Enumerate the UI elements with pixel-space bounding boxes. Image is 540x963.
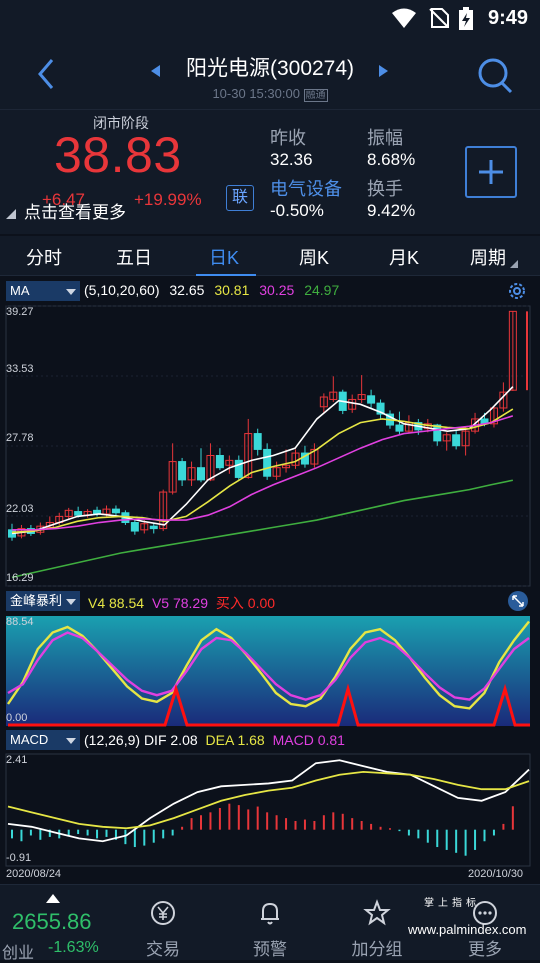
ma-axis-label: 22.03 [6, 503, 34, 515]
macd-axis-label: 2.41 [6, 754, 28, 766]
candle-body [263, 448, 272, 477]
ma-indicator-selector[interactable]: MA [6, 281, 80, 301]
tab-weekly-k[interactable]: 周K [299, 244, 329, 270]
ma-axis-label: 33.53 [6, 363, 34, 375]
candle-body [74, 511, 83, 516]
price-change-pct: +19.99% [134, 190, 202, 209]
candle-body [433, 424, 442, 442]
clock: 9:49 [487, 7, 528, 29]
margin-badge: 融通 [303, 89, 328, 102]
nav-trade[interactable]: 交易 [118, 885, 208, 961]
candle-body [215, 455, 224, 469]
ma-legend: (5,10,20,60) 32.65 30.81 30.25 24.97 [84, 282, 340, 298]
watermark-url: www.palmindex.com [408, 922, 527, 937]
prev-close-value: 32.36 [270, 150, 313, 169]
settings-gear-icon[interactable] [506, 280, 528, 302]
index-expand-icon[interactable] [46, 893, 60, 903]
turnover-label: 换手 [367, 179, 403, 199]
date-end-label: 2020/10/30 [468, 868, 524, 880]
candle-body [197, 467, 205, 481]
battery-charging-icon [459, 7, 473, 30]
dif-line [7, 759, 530, 843]
jfbl-panel-background [6, 616, 530, 726]
macd-panel-frame [5, 753, 531, 867]
header: 阳光电源(300274) 10-30 15:30:00 融通 [0, 36, 540, 110]
candle-body [395, 424, 404, 432]
amplitude-label: 振幅 [367, 128, 403, 148]
amplitude-value: 8.68% [367, 150, 416, 169]
last-price: 38.83 [54, 127, 182, 183]
quote-timestamp: 10-30 15:30:00 融通 [212, 86, 328, 102]
period-tabs: 分时 五日 日K 周K 月K 周期 [0, 236, 540, 276]
status-bar: 9:49 [0, 0, 540, 36]
plus-icon [479, 160, 503, 184]
turnover-value: 9.42% [367, 201, 416, 220]
index-name: 创业 [2, 945, 35, 962]
add-watchlist-button[interactable] [465, 146, 517, 198]
dea-line [7, 770, 530, 830]
industry-change: -0.50% [270, 201, 324, 220]
tab-five-day[interactable]: 五日 [116, 244, 152, 270]
kline-chart-area[interactable]: MA (5,10,20,60) 32.65 30.81 30.25 24.97 … [0, 276, 540, 884]
jfbl-axis-label: 88.54 [6, 616, 34, 628]
dropdown-caret-icon [66, 289, 76, 295]
expand-corner-icon [6, 208, 16, 219]
ma-axis-label: 16.29 [6, 572, 34, 584]
quote-panel: 闭市阶段 38.83 +6.47 +19.99% 点击查看更多 联 昨收 32.… [0, 110, 540, 234]
star-icon [363, 899, 391, 926]
macd-legend: (12,26,9) DIF 2.08 DEA 1.68 MACD 0.81 [84, 732, 345, 748]
no-sim-icon [429, 8, 449, 28]
ma60-line [11, 479, 514, 579]
jfbl-legend: V4 88.54 V5 78.29 买入 0.00 [88, 595, 276, 611]
watermark-top: 掌上指标 [424, 898, 480, 909]
dropdown-caret-icon [66, 738, 76, 744]
prev-close-label: 昨收 [270, 128, 306, 148]
ma-axis-label: 39.27 [6, 306, 34, 318]
jfbl-indicator-selector[interactable]: 金峰暴利 [6, 591, 80, 611]
industry-link[interactable]: 电气设备 [270, 175, 342, 201]
next-stock-icon[interactable] [378, 64, 390, 78]
tab-intraday[interactable]: 分时 [26, 244, 62, 270]
kline-chart-svg [5, 305, 531, 867]
candle-body [130, 522, 139, 532]
macd-axis-label: -0.91 [6, 852, 32, 864]
candle-body [253, 433, 262, 450]
macd-indicator-selector[interactable]: MACD [6, 730, 80, 750]
index-change-pct: -1.63% [48, 939, 99, 956]
candle-body [111, 508, 120, 514]
candle-body [234, 459, 243, 478]
candle-body [178, 461, 187, 481]
period-corner-icon [510, 260, 518, 268]
tab-daily-k[interactable]: 日K [209, 244, 239, 270]
date-start-label: 2020/08/24 [6, 868, 62, 880]
tab-monthly-k[interactable]: 月K [389, 244, 419, 270]
index-value[interactable]: 2655.86 [12, 909, 92, 935]
link-badge[interactable]: 联 [226, 185, 254, 211]
dropdown-caret-icon [66, 599, 76, 605]
wifi-icon [392, 8, 416, 28]
yuan-exchange-icon [151, 901, 175, 925]
tab-period[interactable]: 周期 [470, 244, 518, 270]
jfbl-axis-label: 0.00 [6, 712, 28, 724]
candle-body [452, 434, 461, 447]
candle-body [367, 395, 376, 404]
expand-panel-icon[interactable] [507, 590, 529, 612]
bell-icon [261, 902, 279, 925]
show-more-link[interactable]: 点击查看更多 [6, 198, 126, 223]
candle-body [149, 525, 158, 530]
stock-title: 阳光电源(300274) [185, 57, 355, 80]
search-icon[interactable] [476, 56, 514, 94]
nav-alert[interactable]: 预警 [225, 885, 315, 961]
ma-axis-label: 27.78 [6, 432, 34, 444]
